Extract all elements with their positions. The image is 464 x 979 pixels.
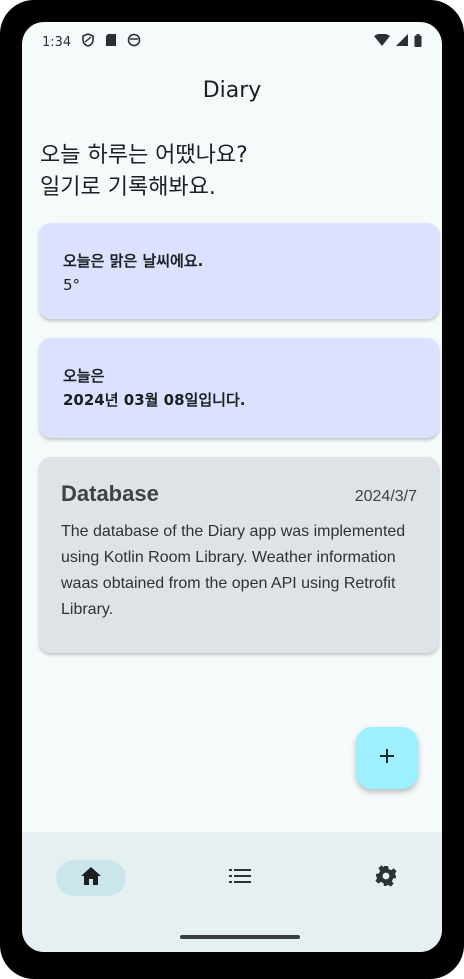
entry-title: Database [61, 481, 159, 506]
nav-list-tab[interactable] [222, 860, 258, 896]
headline-line-1: 오늘 하루는 어땠나요? [40, 143, 248, 168]
weather-card[interactable]: 오늘은 맑은 날씨에요. 5° [39, 223, 439, 319]
headline: 오늘 하루는 어땠나요? 일기로 기록해봐요. [40, 140, 248, 204]
weather-text: 오늘은 맑은 날씨에요. [63, 252, 204, 270]
sd-card-icon [105, 33, 117, 51]
entry-date: 2024/3/7 [354, 488, 417, 505]
headline-line-2: 일기로 기록해봐요. [40, 175, 216, 200]
entry-body: The database of the Diary app was implem… [61, 523, 406, 618]
date-label: 오늘은 [63, 367, 105, 385]
wifi-icon [374, 33, 390, 50]
settings-icon [375, 865, 397, 891]
status-time: 1:34 [42, 34, 72, 50]
status-left: 1:34 [42, 33, 141, 51]
home-indicator-bar[interactable] [180, 935, 300, 939]
date-value: 2024년 03월 08일입니다. [63, 391, 246, 409]
home-icon [80, 866, 102, 890]
entry-header: Database 2024/3/7 [61, 481, 417, 507]
bottom-navigation [22, 832, 442, 952]
phone-screen: 1:34 Diary 오늘 하루는 어땠나요? 일기로 기록해봐요. 오늘은 맑… [22, 22, 442, 952]
sync-icon [127, 33, 141, 51]
app-title: Diary [202, 78, 262, 103]
nav-home-tab[interactable] [56, 860, 126, 896]
status-bar: 1:34 [22, 22, 442, 62]
date-card[interactable]: 오늘은 2024년 03월 08일입니다. [39, 338, 439, 438]
plus-icon [377, 746, 397, 770]
add-entry-button[interactable] [356, 727, 418, 789]
list-icon [229, 868, 251, 888]
shield-icon [81, 33, 95, 51]
signal-icon [396, 34, 408, 50]
diary-entry-card[interactable]: Database 2024/3/7 The database of the Di… [39, 457, 439, 653]
status-right [374, 33, 422, 51]
weather-temperature: 5° [63, 276, 81, 294]
battery-icon [414, 33, 422, 51]
nav-settings-tab[interactable] [368, 860, 404, 896]
